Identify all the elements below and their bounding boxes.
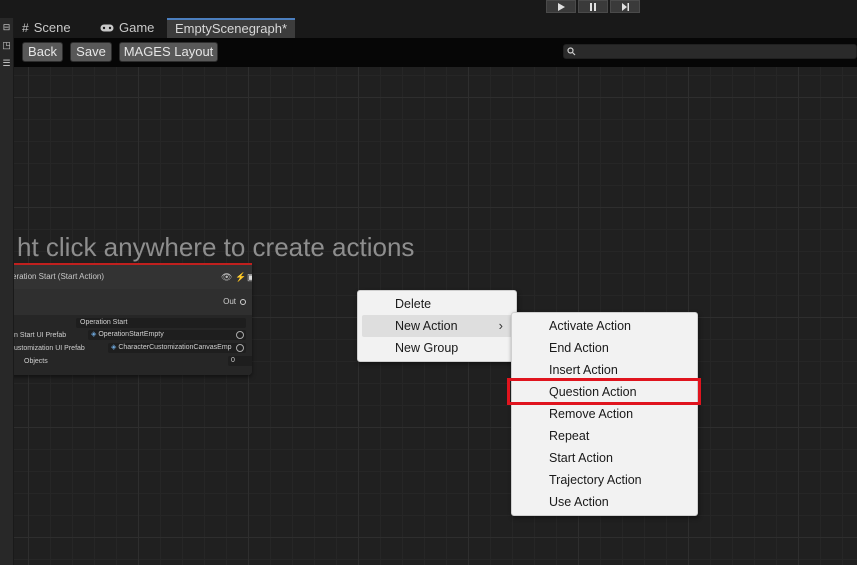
submenu-item-end-action[interactable]: End Action: [516, 337, 694, 359]
chevron-right-icon: ›: [498, 318, 503, 333]
prefab-icon[interactable]: ▣: [247, 273, 252, 282]
question-action-highlight: [507, 378, 701, 405]
search-input[interactable]: [563, 44, 857, 59]
save-button[interactable]: Save: [70, 42, 112, 62]
submenu-item-repeat[interactable]: Repeat: [516, 425, 694, 447]
submenu-item-start-action[interactable]: Start Action: [516, 447, 694, 469]
submenu-item-trajectory-action[interactable]: Trajectory Action: [516, 469, 694, 491]
graph-toolbar: Back Save MAGES Layout: [14, 38, 857, 67]
out-port[interactable]: [240, 299, 246, 305]
pause-button[interactable]: [578, 0, 608, 13]
eye-icon[interactable]: 👁: [221, 273, 232, 282]
menu-item-new-group[interactable]: New Group: [362, 337, 513, 359]
step-icon: [622, 2, 629, 11]
object-picker-icon[interactable]: [236, 344, 244, 352]
node-body: Out Operation Start n Start UI Prefab ◈ …: [14, 289, 252, 375]
pause-icon: [590, 2, 596, 11]
left-tool-strip: ⊟ ◳ ☰: [0, 18, 14, 565]
frame-icon[interactable]: ◳: [1, 40, 12, 51]
gamepad-icon: [100, 24, 114, 32]
out-port-label: Out: [223, 297, 236, 306]
submenu-item-remove-action[interactable]: Remove Action: [516, 403, 694, 425]
node-title: eration Start (Start Action): [14, 272, 105, 281]
property-row: Objects 0: [14, 356, 252, 367]
tab-scene[interactable]: # Scene: [22, 18, 71, 38]
node-header[interactable]: eration Start (Start Action) 👁 ⚡ ▣: [14, 265, 252, 289]
step-button[interactable]: [610, 0, 640, 13]
start-action-node[interactable]: eration Start (Start Action) 👁 ⚡ ▣ Out O…: [14, 263, 252, 375]
tab-game[interactable]: Game: [100, 18, 154, 38]
mages-layout-button[interactable]: MAGES Layout: [119, 42, 218, 62]
menu-item-delete[interactable]: Delete: [362, 293, 513, 315]
back-button[interactable]: Back: [22, 42, 63, 62]
new-action-submenu: Activate Action End Action Insert Action…: [511, 312, 698, 516]
menu-icon[interactable]: ☰: [1, 58, 12, 69]
grid-icon: #: [22, 21, 29, 35]
play-icon: [558, 2, 565, 11]
context-menu: Delete New Action › New Group: [357, 290, 517, 362]
customization-ui-prefab-field[interactable]: ◈ CharacterCustomizationCanvasEmp: [108, 343, 246, 353]
scene-tool-icon[interactable]: ⊟: [1, 22, 12, 33]
property-row: ustomization UI Prefab ◈ CharacterCustom…: [14, 343, 252, 354]
object-picker-icon[interactable]: [236, 331, 244, 339]
lightning-icon[interactable]: ⚡: [235, 273, 246, 282]
node-properties: Operation Start n Start UI Prefab ◈ Oper…: [14, 315, 252, 375]
search-icon: [567, 47, 576, 56]
graph-hint-text: ht click anywhere to create actions: [17, 232, 415, 262]
submenu-item-use-action[interactable]: Use Action: [516, 491, 694, 513]
submenu-item-activate-action[interactable]: Activate Action: [516, 315, 694, 337]
tab-bar: # Scene Game EmptyScenegraph*: [14, 18, 857, 38]
tab-empty-scenegraph[interactable]: EmptyScenegraph*: [167, 18, 296, 38]
objects-count-field[interactable]: 0: [228, 356, 252, 366]
play-toolbar: [0, 0, 857, 18]
start-ui-prefab-field[interactable]: ◈ OperationStartEmpty: [88, 330, 246, 340]
play-button[interactable]: [546, 0, 576, 13]
property-row: n Start UI Prefab ◈ OperationStartEmpty: [14, 330, 252, 341]
menu-item-new-action[interactable]: New Action ›: [362, 315, 513, 337]
section-header-field: Operation Start: [76, 318, 246, 328]
